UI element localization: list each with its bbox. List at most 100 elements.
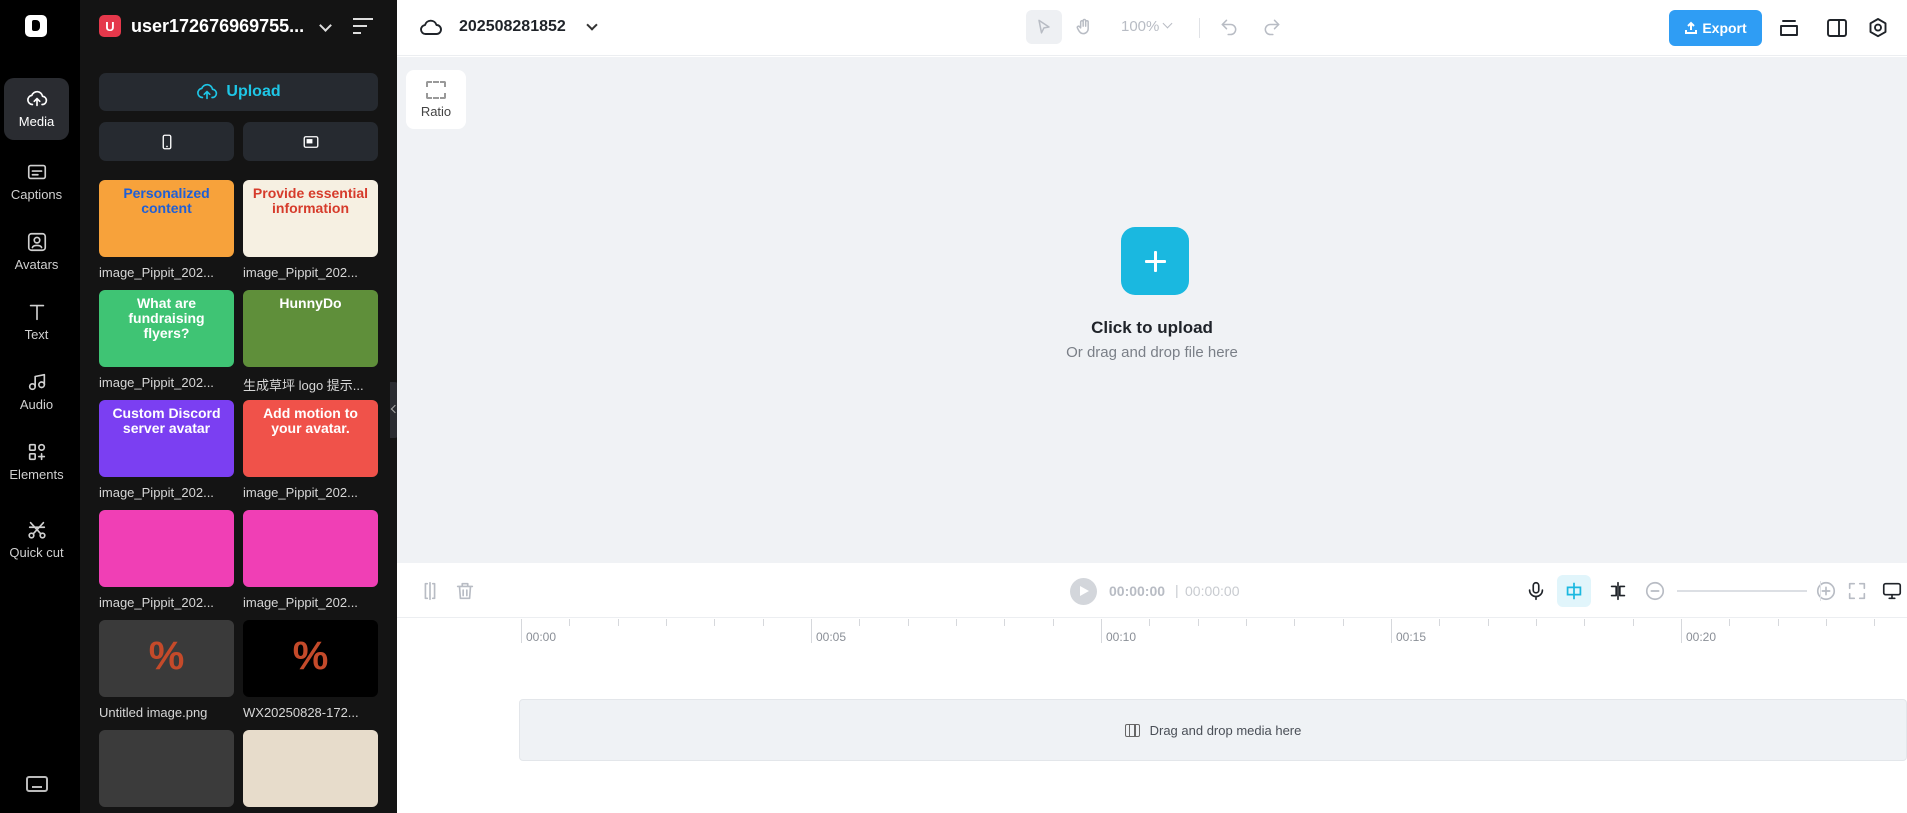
media-tile[interactable]: Custom Discord server avatar image_Pippit… <box>99 400 234 500</box>
record-voiceover-button[interactable] <box>1525 580 1547 602</box>
media-tile[interactable]: Provide essential information image_Pippi… <box>243 180 378 280</box>
ruler-minor-tick <box>617 619 619 626</box>
zoom-slider[interactable] <box>1677 590 1807 592</box>
media-thumbnail[interactable]: What are fundraising flyers? <box>99 290 234 367</box>
ruler-minor-tick <box>666 619 667 626</box>
media-thumbnail[interactable] <box>99 730 234 807</box>
account-switcher[interactable]: U user172676969755... <box>99 15 307 37</box>
media-thumbnail[interactable]: % <box>243 620 378 697</box>
cloud-icon[interactable] <box>419 17 443 37</box>
time-ruler[interactable]: 00:00 00:05 00:10 00:15 00:20 <box>397 619 1907 644</box>
media-filename: image_Pippit_202... <box>99 595 214 610</box>
media-thumbnail[interactable]: Add motion to your avatar. <box>243 400 378 477</box>
zoom-level[interactable]: 100% <box>1121 18 1159 35</box>
fullscreen-button[interactable] <box>1846 580 1868 602</box>
split-button[interactable] <box>419 580 441 602</box>
chevron-down-icon[interactable] <box>319 19 332 32</box>
rail-item-audio[interactable]: Audio <box>4 368 69 416</box>
upload-title[interactable]: Click to upload <box>397 318 1907 338</box>
rail-item-avatars[interactable]: Avatars <box>4 228 69 276</box>
ruler-minor-tick <box>1874 619 1876 626</box>
layout-toggle-button[interactable] <box>1825 16 1849 40</box>
chevron-down-icon[interactable] <box>1162 18 1173 29</box>
undo-button[interactable] <box>1212 10 1246 44</box>
split-center-button[interactable] <box>1607 580 1629 602</box>
chevron-down-icon[interactable] <box>586 19 598 31</box>
rail-item-label: Audio <box>19 397 54 412</box>
media-filename: image_Pippit_202... <box>99 375 214 390</box>
layers-button[interactable] <box>1777 16 1801 40</box>
timeline: 00:00 00:05 00:10 00:15 00:20 Drag and drop … <box>397 619 1907 813</box>
rail-item-label: Avatars <box>14 257 59 272</box>
app-logo[interactable] <box>25 15 47 37</box>
media-tile[interactable]: image_Pippit_202... <box>99 510 234 610</box>
redo-icon <box>1264 19 1280 36</box>
keyboard-icon[interactable] <box>26 776 48 792</box>
phone-upload-button[interactable] <box>99 122 234 161</box>
ruler-minor-tick <box>1826 619 1827 626</box>
play-button[interactable] <box>1070 578 1097 605</box>
project-name[interactable]: 202508281852 <box>459 18 566 36</box>
media-tile[interactable]: HunnyDo 生成草坪 logo 提示... <box>243 290 378 394</box>
media-thumbnail[interactable]: HunnyDo <box>243 290 378 367</box>
ruler-minor-tick <box>1004 619 1006 626</box>
media-tile[interactable]: Add motion to your avatar. image_Pippit_2… <box>243 400 378 500</box>
rail-item-text[interactable]: Text <box>4 298 69 346</box>
upload-button[interactable]: Upload <box>99 73 378 111</box>
ruler-minor-tick <box>1729 619 1731 626</box>
media-thumbnail[interactable]: % <box>99 620 234 697</box>
total-time: 00:00:00 <box>1185 583 1240 599</box>
magnet-snap-button[interactable] <box>1557 575 1591 607</box>
film-icon <box>1124 723 1140 737</box>
zoom-in-button[interactable] <box>1815 580 1837 602</box>
fullscreen-icon <box>1848 582 1866 600</box>
media-drop-track[interactable]: Drag and drop media here <box>519 699 1907 761</box>
upload-label: Upload <box>226 83 281 100</box>
media-thumbnail[interactable]: Custom Discord server avatar <box>99 400 234 477</box>
media-thumbnail[interactable] <box>99 510 234 587</box>
media-tile[interactable]: % Untitled image.png <box>99 620 234 720</box>
media-thumbnail[interactable]: Personalized content <box>99 180 234 257</box>
media-tile[interactable]: Personalized content image_Pippit_202... <box>99 180 234 280</box>
hand-tool-button[interactable] <box>1066 10 1102 44</box>
thumbnail-text: Provide essential information <box>252 185 369 216</box>
rail-item-quick-cut[interactable]: Quick cut <box>4 508 69 572</box>
ratio-button[interactable]: Ratio <box>406 70 466 129</box>
account-avatar: U <box>99 15 121 37</box>
ruler-minor-tick <box>1777 619 1779 626</box>
media-tile[interactable]: % WX20250828-172... <box>243 620 378 720</box>
media-thumbnail[interactable] <box>243 510 378 587</box>
ruler-minor-tick <box>714 619 716 626</box>
delete-button[interactable] <box>454 580 476 602</box>
ruler-minor-tick <box>907 619 909 626</box>
media-tile[interactable]: image_Pippit_202... <box>243 510 378 610</box>
zoom-out-icon <box>1645 581 1665 601</box>
ruler-minor-tick <box>569 619 571 626</box>
redo-button[interactable] <box>1255 10 1289 44</box>
rail-item-media[interactable]: Media <box>4 78 69 140</box>
zoom-out-button[interactable] <box>1644 580 1666 602</box>
account-name: user172676969755... <box>131 15 305 36</box>
media-thumbnail[interactable]: Provide essential information <box>243 180 378 257</box>
media-tile[interactable]: What are fundraising flyers? image_Pippit… <box>99 290 234 390</box>
media-filename: image_Pippit_202... <box>243 595 358 610</box>
upload-plus-button[interactable] <box>1121 227 1189 295</box>
screen-record-button[interactable] <box>243 122 378 161</box>
current-time: 00:00:00 <box>1109 583 1166 599</box>
media-tile[interactable] <box>99 730 234 813</box>
rail-item-captions[interactable]: Captions <box>4 158 69 206</box>
media-thumbnail[interactable] <box>243 730 378 807</box>
select-tool-button[interactable] <box>1026 10 1062 44</box>
rail-item-label: Text <box>24 327 49 342</box>
preview-screen-button[interactable] <box>1881 580 1903 602</box>
media-filename: image_Pippit_202... <box>243 485 358 500</box>
canvas-area: Ratio Click to upload Or drag and drop f… <box>397 57 1907 563</box>
rail-item-elements[interactable]: Elements <box>4 438 69 486</box>
cloud-upload-icon <box>197 83 218 100</box>
media-filename: image_Pippit_202... <box>99 265 214 280</box>
settings-button[interactable] <box>1866 16 1890 40</box>
export-button[interactable]: Export <box>1669 10 1762 46</box>
sort-icon[interactable] <box>353 18 373 34</box>
thumbnail-text: % <box>148 634 185 678</box>
media-tile[interactable] <box>243 730 378 813</box>
